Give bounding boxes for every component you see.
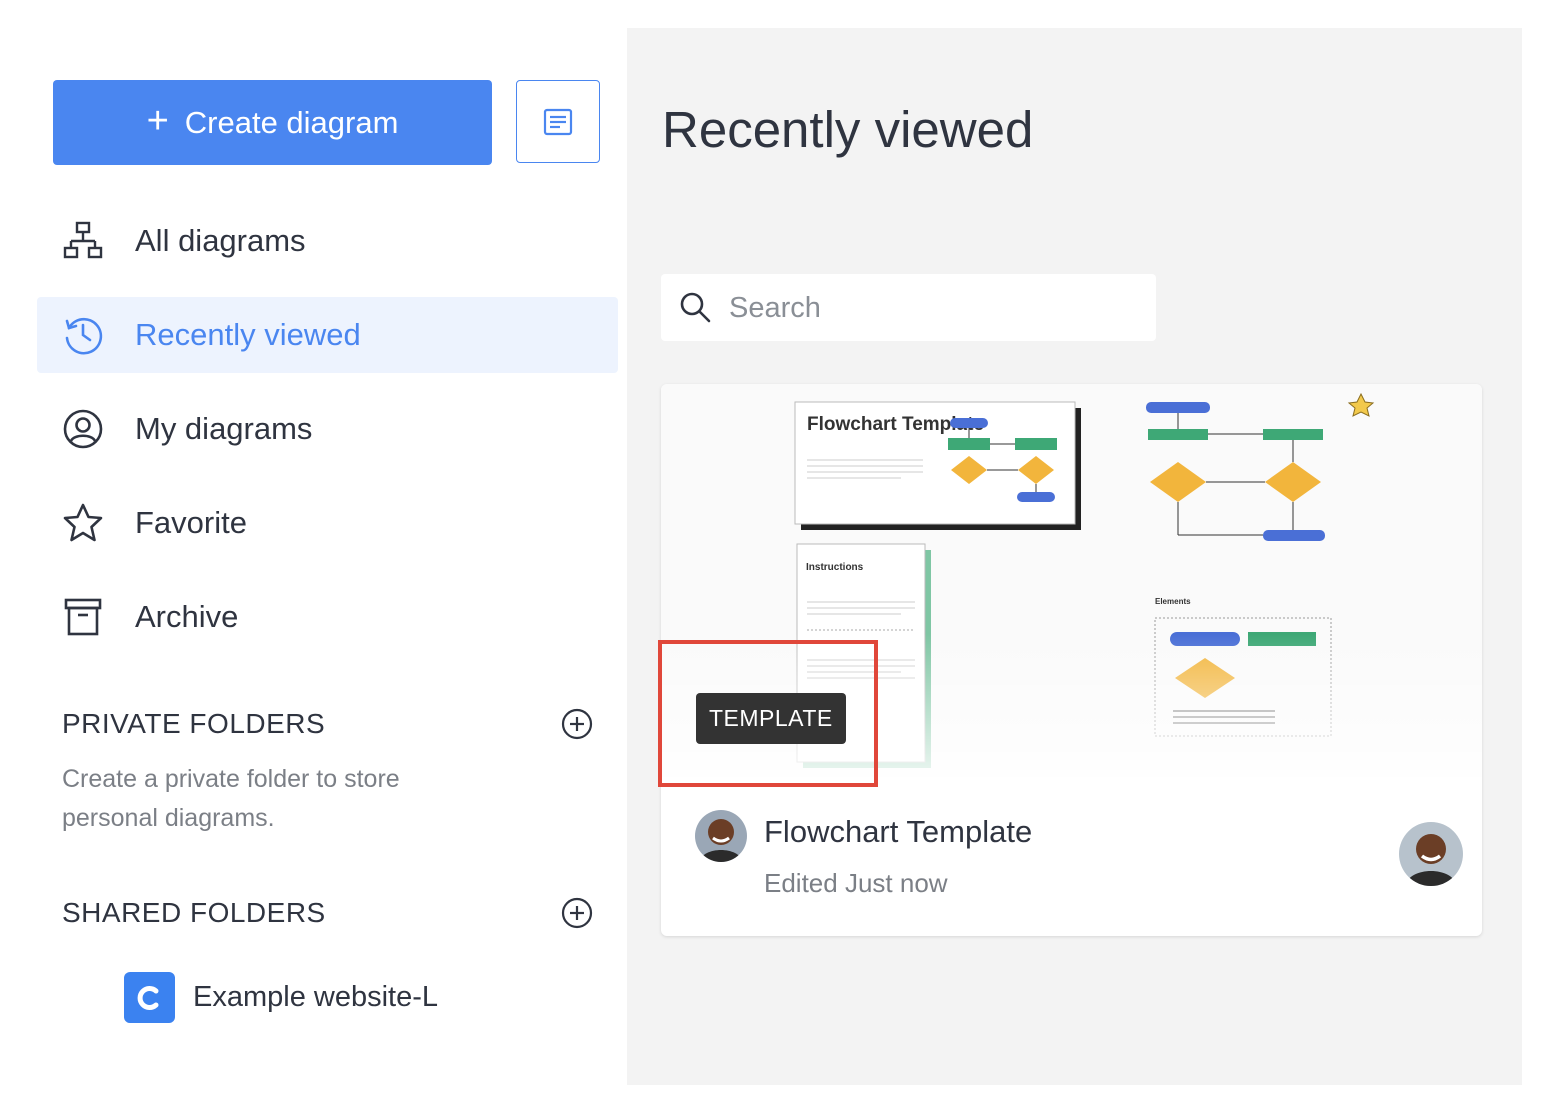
author-avatar [695,810,747,862]
template-badge: TEMPLATE [696,693,846,744]
main-panel: Recently viewed Flowchart Template [627,28,1522,1085]
nav-favorite[interactable]: Favorite [37,485,618,561]
shared-folder-item[interactable]: Example website-L [124,972,438,1023]
add-private-folder-icon[interactable] [560,707,594,741]
nav-label: All diagrams [135,223,306,258]
search-box [661,274,1156,341]
template-icon [543,108,573,135]
nav-label: Archive [135,599,239,634]
folder-logo-icon [124,972,175,1023]
private-folders-title: PRIVATE FOLDERS [62,708,326,739]
hierarchy-icon [62,220,104,262]
thumb-elements-title: Elements [1155,597,1191,606]
private-folders-hint: Create a private folder to store persona… [62,765,400,832]
sidebar: + Create diagram All diagrams Recently v… [0,0,627,1118]
create-diagram-button[interactable]: + Create diagram [53,80,492,165]
collaborator-avatar [1399,822,1463,886]
user-circle-icon [62,408,104,450]
templates-button[interactable] [516,80,600,163]
create-diagram-label: Create diagram [184,104,399,140]
star-icon [62,502,104,544]
nav-all-diagrams[interactable]: All diagrams [37,203,618,279]
thumb-instructions-title: Instructions [806,562,864,573]
add-shared-folder-icon[interactable] [560,896,594,930]
history-icon [62,314,104,356]
diagram-thumbnail: Flowchart Template Instructions Elements… [661,384,1482,777]
archive-icon [62,596,104,638]
search-icon [680,292,711,323]
nav-label: My diagrams [135,411,313,446]
plus-icon: + [146,99,169,142]
folder-label: Example website-L [193,981,438,1013]
nav-my-diagrams[interactable]: My diagrams [37,391,618,467]
nav-recently-viewed[interactable]: Recently viewed [37,297,618,373]
card-title: Flowchart Template [764,814,1033,849]
nav-label: Favorite [135,505,247,540]
shared-folders-title: SHARED FOLDERS [62,897,326,928]
card-subtitle: Edited Just now [764,868,948,898]
nav-archive[interactable]: Archive [37,579,618,655]
diagram-card[interactable]: Flowchart Template Instructions Elements… [661,384,1482,936]
nav-label: Recently viewed [135,317,361,352]
search-input[interactable] [727,284,1141,332]
page-title: Recently viewed [662,101,1034,158]
